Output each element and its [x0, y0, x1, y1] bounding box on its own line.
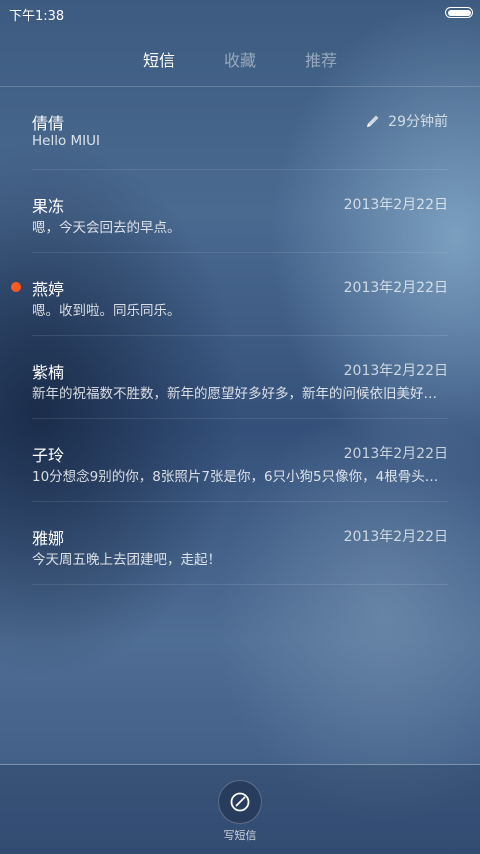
- compose-button[interactable]: [218, 780, 262, 824]
- contact-name: 子玲: [32, 446, 65, 465]
- message-time: 2013年2月22日: [343, 363, 448, 379]
- battery-fill: [447, 9, 471, 16]
- status-bar: 下午1:38: [0, 0, 480, 28]
- compose-label[interactable]: 写短信: [0, 827, 480, 843]
- message-time: 29分钟前: [365, 111, 448, 131]
- message-time: 2013年2月22日: [343, 197, 448, 213]
- contact-name: 倩倩: [32, 114, 65, 133]
- bottom-bar: 写短信: [0, 764, 480, 854]
- message-time-text: 29分钟前: [388, 114, 448, 130]
- message-preview: 嗯。收到啦。同乐同乐。: [32, 303, 181, 319]
- message-preview: 嗯，今天会回去的早点。: [32, 220, 181, 236]
- message-row[interactable]: 子玲 2013年2月22日 10分想念9别的你，8张照片7张是你，6只小狗5只像…: [0, 419, 480, 502]
- contact-name: 果冻: [32, 197, 65, 216]
- message-preview: 今天周五晚上去团建吧，走起！: [32, 552, 221, 568]
- message-preview: 新年的祝福数不胜数，新年的愿望好多好多，新年的问候依旧美好…: [32, 386, 437, 402]
- tab-favorites[interactable]: 收藏: [224, 47, 256, 71]
- message-preview: Hello MIUI: [32, 133, 101, 149]
- message-time: 2013年2月22日: [343, 280, 448, 296]
- message-row[interactable]: 紫楠 2013年2月22日 新年的祝福数不胜数，新年的愿望好多好多，新年的问候依…: [0, 336, 480, 419]
- message-time: 2013年2月22日: [343, 529, 448, 545]
- message-row[interactable]: 果冻 2013年2月22日 嗯，今天会回去的早点。: [0, 170, 480, 253]
- message-time: 2013年2月22日: [343, 446, 448, 462]
- contact-name: 燕婷: [32, 280, 65, 299]
- status-time: 下午1:38: [9, 9, 65, 24]
- tab-recommended[interactable]: 推荐: [305, 47, 337, 71]
- message-preview: 10分想念9别的你，8张照片7张是你，6只小狗5只像你，4根骨头…: [32, 469, 439, 485]
- tab-sms[interactable]: 短信: [143, 47, 175, 71]
- message-row[interactable]: 倩倩 29分钟前 Hello MIUI: [0, 87, 480, 170]
- unread-indicator: [11, 282, 21, 292]
- message-row[interactable]: 燕婷 2013年2月22日 嗯。收到啦。同乐同乐。: [0, 253, 480, 336]
- contact-name: 雅娜: [32, 529, 65, 548]
- message-list: 倩倩 29分钟前 Hello MIUI 果冻 2013年2月22日 嗯，今天会回…: [0, 87, 480, 585]
- message-row[interactable]: 雅娜 2013年2月22日 今天周五晚上去团建吧，走起！: [0, 502, 480, 585]
- battery-full-icon: [445, 7, 473, 18]
- tab-bar: 短信 收藏 推荐: [0, 28, 480, 87]
- contact-name: 紫楠: [32, 363, 65, 382]
- compose-pen-icon: [230, 792, 250, 812]
- draft-pencil-icon: [367, 115, 379, 127]
